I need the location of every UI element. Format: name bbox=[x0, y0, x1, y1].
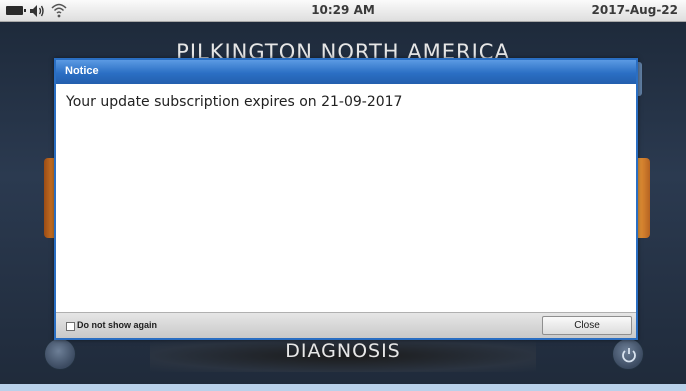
left-round-button[interactable] bbox=[44, 338, 76, 370]
status-bar: 10:29 AM 2017-Aug-22 bbox=[0, 0, 686, 22]
diagnosis-label: DIAGNOSIS bbox=[285, 340, 401, 362]
dialog-footer: Do not show again Close bbox=[56, 312, 636, 338]
dialog-message: Your update subscription expires on 21-0… bbox=[66, 94, 403, 110]
bottom-edge bbox=[0, 384, 686, 391]
do-not-show-checkbox[interactable] bbox=[66, 322, 75, 331]
status-time: 10:29 AM bbox=[311, 3, 375, 17]
power-icon bbox=[622, 348, 636, 363]
status-date: 2017-Aug-22 bbox=[591, 3, 678, 17]
background-tile-right bbox=[636, 158, 650, 238]
notice-dialog: Notice Your update subscription expires … bbox=[54, 58, 638, 340]
power-button[interactable] bbox=[612, 338, 644, 370]
do-not-show-label[interactable]: Do not show again bbox=[77, 320, 157, 330]
dialog-title: Notice bbox=[65, 65, 99, 77]
close-button[interactable]: Close bbox=[542, 316, 632, 335]
dialog-header: Notice bbox=[56, 60, 636, 84]
app-screen: 10:29 AM 2017-Aug-22 PILKINGTON NORTH AM… bbox=[0, 0, 686, 391]
